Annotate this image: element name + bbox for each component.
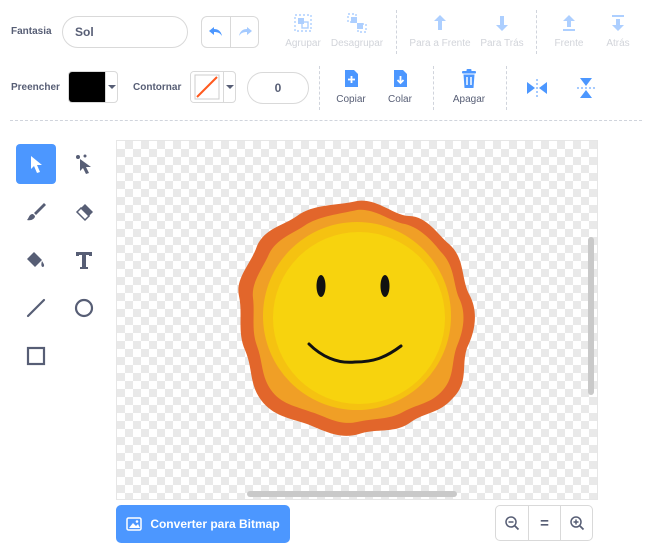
fill-color-picker[interactable] [68,71,118,103]
flip-horizontal-button[interactable] [525,76,549,100]
zoom-in-button[interactable] [560,506,592,540]
back-icon [612,15,624,31]
costume-name-value: Sol [75,25,94,39]
zoom-in-icon [569,516,584,531]
outline-swatch [191,72,223,102]
front-icon [563,15,575,31]
flip-vertical-icon [577,78,595,98]
vertical-scrollbar[interactable] [588,237,594,395]
toolbar-divider [10,120,642,121]
line-icon [26,298,46,318]
arrow-cursor-icon [31,156,42,173]
select-tool[interactable] [16,144,56,184]
brush-tool[interactable] [16,192,56,232]
ungroup-icon [347,13,367,33]
outline-width-input[interactable]: 0 [247,72,309,104]
brush-icon [27,203,46,221]
undo-icon [209,27,222,36]
costume-label: Fantasia [11,26,52,37]
ungroup-label: Desagrupar [330,38,384,49]
back-label: Atrás [606,38,630,49]
front-button[interactable]: Frente [552,12,586,49]
zoom-out-button[interactable] [496,506,528,540]
paint-bucket-icon [27,252,45,267]
rectangle-icon [26,346,46,366]
flip-horizontal-icon [527,79,547,97]
chevron-down-icon [225,85,234,89]
delete-label: Apagar [452,94,486,105]
flip-vertical-button[interactable] [574,76,598,100]
backward-icon [496,16,508,31]
rectangle-tool[interactable] [16,336,56,376]
outline-width-value: 0 [274,81,282,95]
outline-label: Contornar [133,82,182,93]
convert-label: Converter para Bitmap [150,517,280,531]
image-icon [126,517,143,531]
paste-icon [394,70,407,87]
reshape-icon [76,154,91,174]
backward-button[interactable]: Para Trás [478,12,526,49]
reshape-tool[interactable] [64,144,104,184]
text-tool[interactable] [64,240,104,280]
paint-canvas[interactable] [116,140,598,500]
eraser-icon [75,204,93,222]
ungroup-button[interactable]: Desagrupar [331,12,383,49]
outline-color-picker[interactable] [190,71,236,103]
copy-label: Copiar [336,94,366,105]
zoom-out-icon [505,516,520,531]
delete-button[interactable]: Apagar [449,68,489,105]
group-icon [294,14,312,32]
circle-icon [74,298,94,318]
undo-redo-group [201,16,259,48]
no-color-icon [194,74,220,100]
forward-button[interactable]: Para a Frente [409,12,471,49]
group-button[interactable]: Agrupar [283,12,323,49]
fill-label: Preencher [11,82,60,93]
forward-icon [434,15,446,30]
costume-name-input[interactable]: Sol [62,16,188,48]
zoom-controls: = [495,505,593,541]
chevron-down-icon [107,85,116,89]
sun-costume [238,200,475,436]
circle-tool[interactable] [64,288,104,328]
undo-button[interactable] [202,17,230,47]
sun-face [273,232,445,404]
sun-right-eye [380,275,390,297]
forward-label: Para a Frente [409,38,471,49]
horizontal-scrollbar[interactable] [247,491,457,497]
redo-icon [238,27,252,36]
trash-icon [462,69,476,88]
fill-dropdown[interactable] [105,72,117,102]
paste-button[interactable]: Colar [384,68,416,105]
redo-button[interactable] [230,17,258,47]
zoom-reset-button[interactable]: = [528,506,560,540]
text-icon [76,252,92,269]
zoom-reset-label: = [540,514,549,532]
convert-to-bitmap-button[interactable]: Converter para Bitmap [116,505,290,543]
line-tool[interactable] [16,288,56,328]
sun-left-eye [316,275,326,297]
back-button[interactable]: Atrás [601,12,635,49]
copy-icon [345,70,358,87]
outline-dropdown[interactable] [223,72,235,102]
front-label: Frente [554,38,584,49]
paste-label: Colar [388,94,412,105]
fill-swatch [69,72,105,102]
eraser-tool[interactable] [64,192,104,232]
copy-button[interactable]: Copiar [333,68,369,105]
group-label: Agrupar [285,38,321,49]
backward-label: Para Trás [480,38,524,49]
fill-tool[interactable] [16,240,56,280]
